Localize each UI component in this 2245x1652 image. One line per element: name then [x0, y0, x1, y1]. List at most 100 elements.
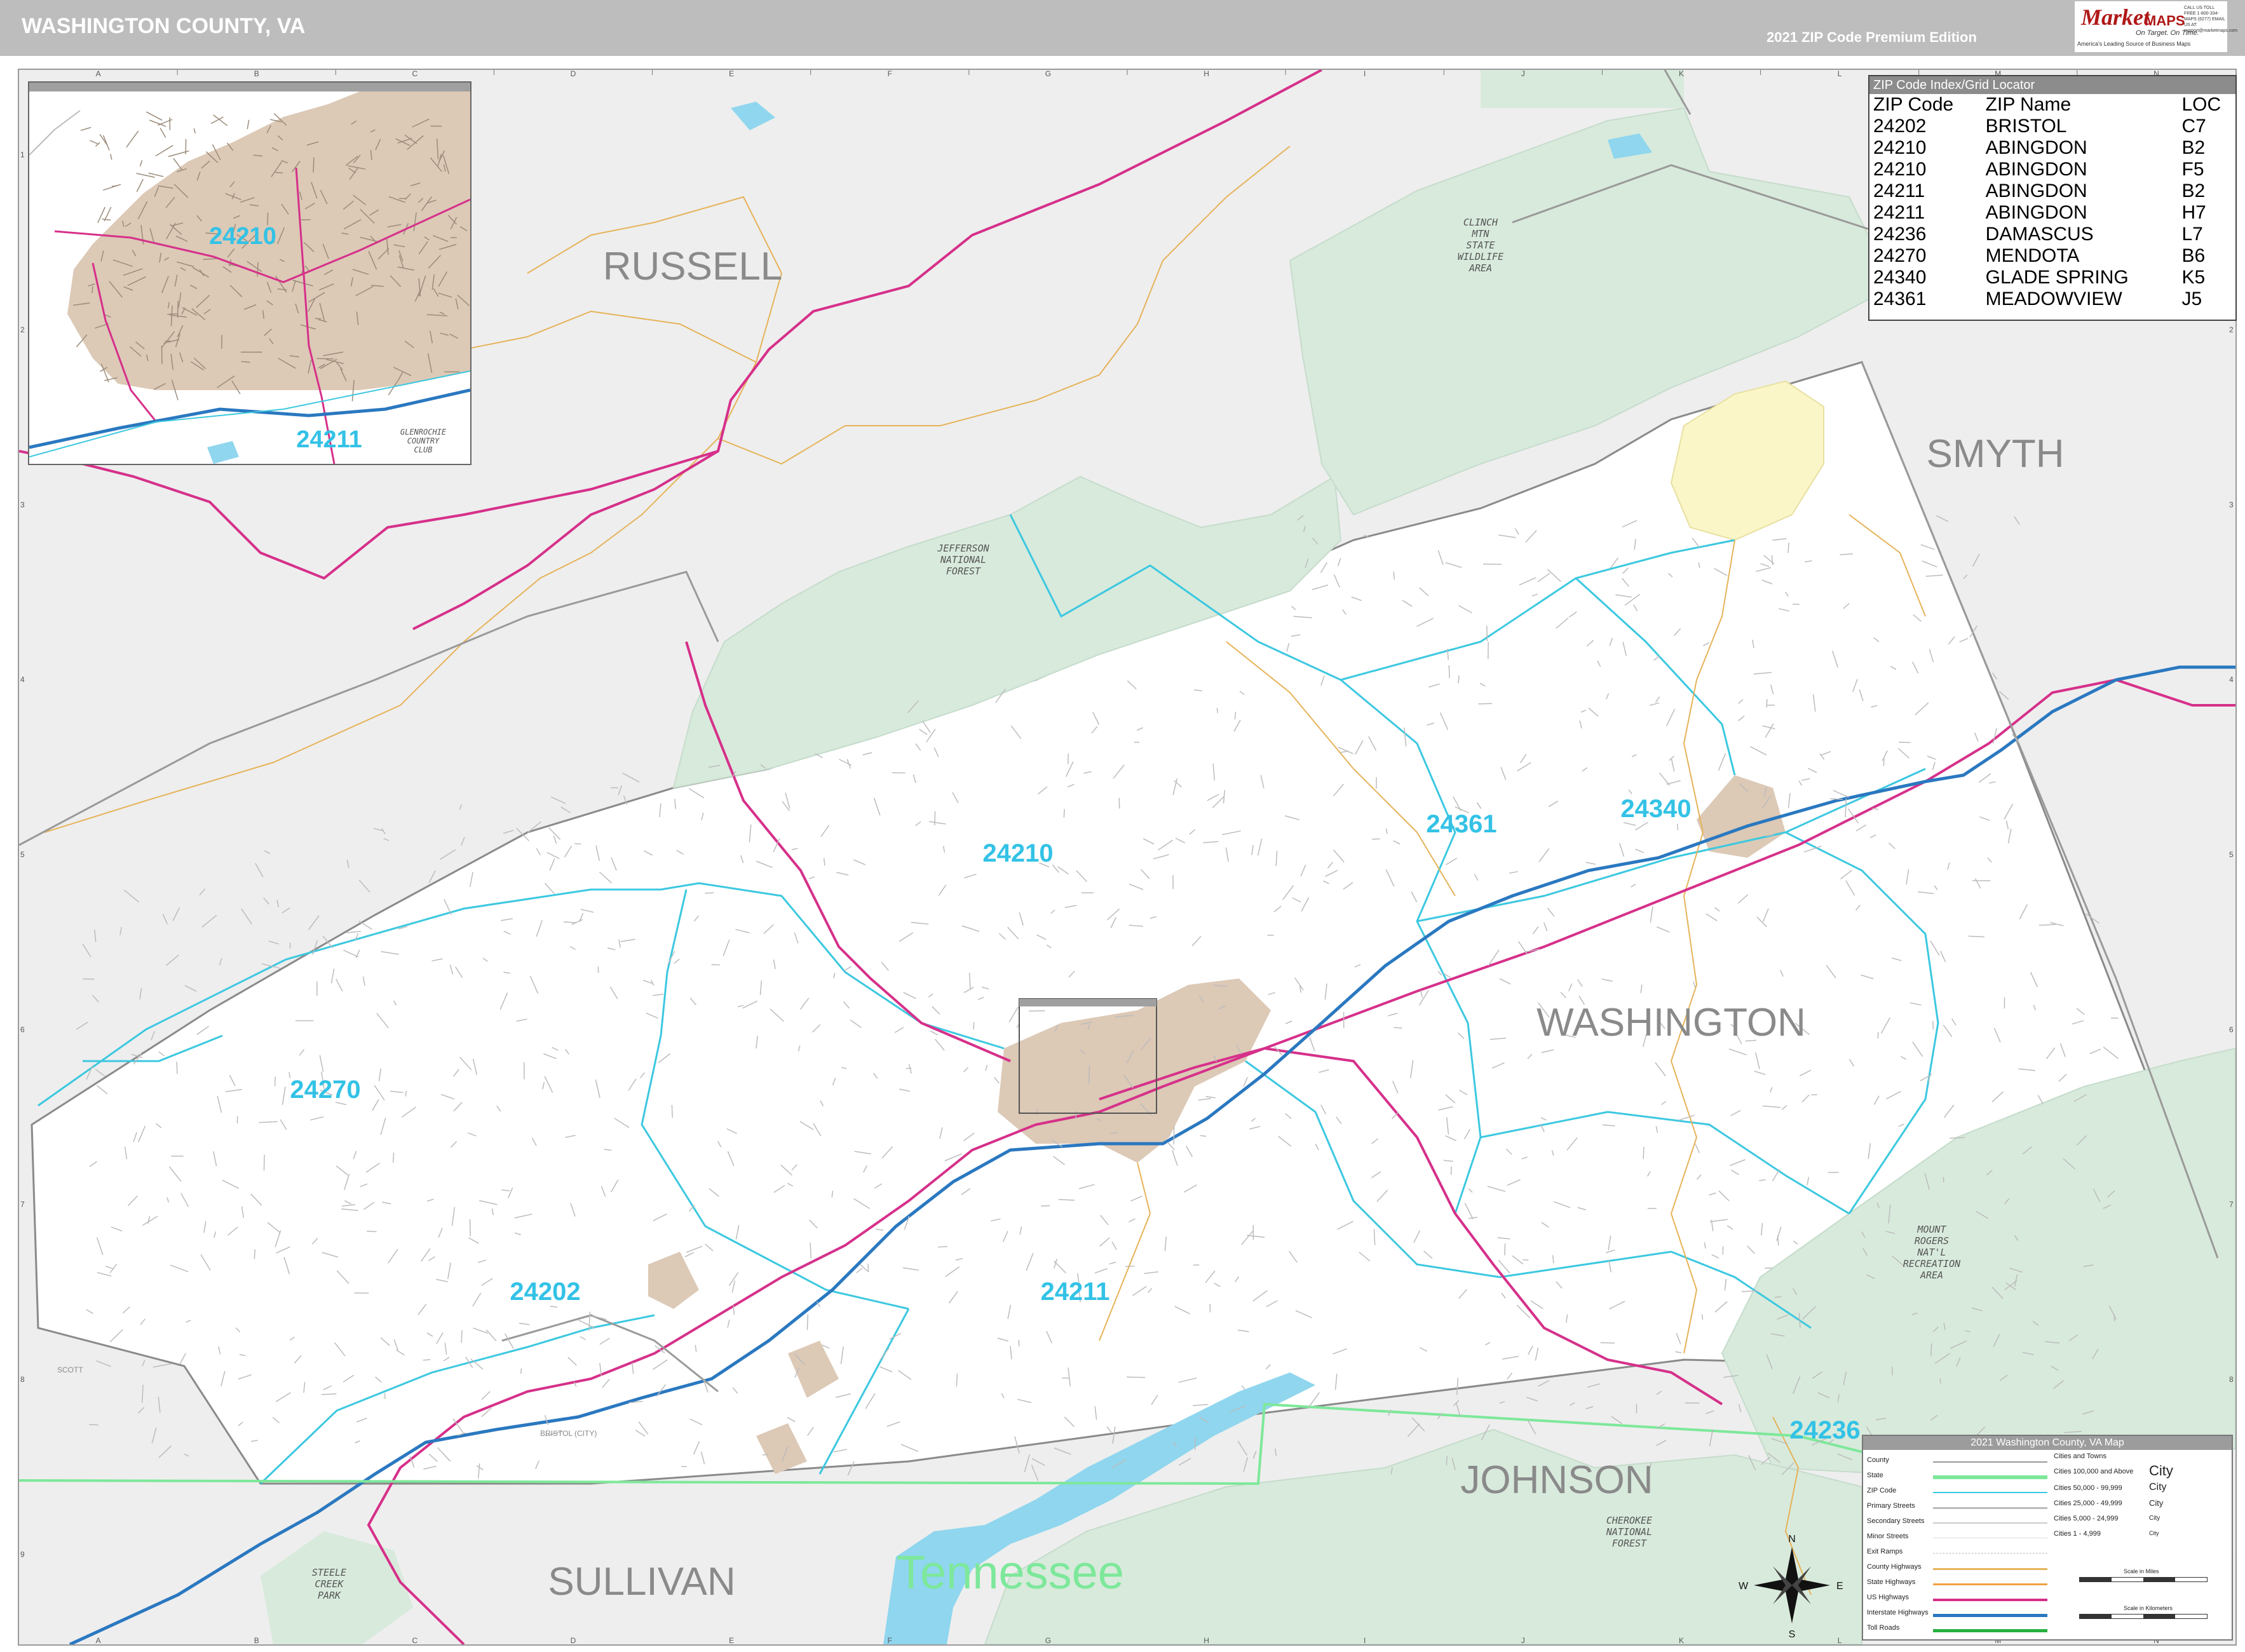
compass-n: N	[1788, 1534, 1796, 1545]
title-bar: WASHINGTON COUNTY, VA 2021 ZIP Code Prem…	[0, 0, 2245, 56]
inset-minor-street	[161, 346, 163, 365]
smyth-county-label: SMYTH	[1927, 432, 2065, 476]
legend-sample-us-hwy	[1933, 1599, 2047, 1601]
minor-street	[1394, 1027, 1402, 1029]
glen-1: GLENROCHIE	[400, 428, 447, 437]
map-title: WASHINGTON COUNTY, VA	[22, 14, 306, 38]
minor-street	[1523, 1259, 1529, 1261]
grid-column-label: H	[1204, 70, 1209, 78]
legend-item-county: County	[1867, 1456, 1889, 1464]
grid-row-label: 3	[20, 500, 25, 509]
minor-street	[810, 1242, 811, 1259]
rogers-label-1: MOUNT	[1916, 1224, 1946, 1235]
grid-row-label: 6	[20, 1025, 25, 1034]
zip-cell: 24236	[1873, 224, 1927, 245]
legend-city-range-1: Cities 100,000 and Above	[2054, 1468, 2134, 1475]
minor-street	[806, 1314, 809, 1330]
grid-row-label: 8	[2229, 1375, 2234, 1384]
grid-column-label: I	[1364, 1636, 1366, 1644]
minor-street	[520, 1368, 522, 1374]
abingdon-inset: 24210 24211 GLENROCHIE COUNTRY CLUB	[28, 81, 471, 465]
minor-street	[274, 1076, 276, 1087]
zip-cell: 24211	[1873, 202, 1925, 223]
table-row: 24211 ABINGDON H7	[1869, 202, 2235, 224]
minor-street	[681, 1466, 687, 1468]
inset-zip-label-24211: 24211	[296, 426, 362, 453]
grid-column-label: K	[1679, 70, 1684, 78]
table-row: 24236 DAMASCUS L7	[1869, 224, 2235, 245]
minor-street	[1110, 1132, 1117, 1134]
legend-city-sample-2: City	[2149, 1482, 2167, 1493]
grid-row-label: 5	[20, 850, 25, 859]
inset-locator-header	[1019, 999, 1156, 1006]
legend-item-interstate: Interstate Highways	[1867, 1609, 1929, 1616]
minor-street	[1446, 1456, 1448, 1466]
minor-street	[367, 1230, 377, 1233]
grid-row-label: 4	[20, 675, 25, 684]
legend-sample-exit	[1933, 1553, 2047, 1554]
name-cell: MEADOWVIEW	[1985, 288, 2122, 309]
table-row: 24270 MENDOTA B6	[1869, 245, 2235, 267]
legend-scale-km-label: Scale in Kilometers	[2124, 1605, 2173, 1611]
grid-column-label: G	[1045, 1636, 1051, 1644]
zip-cell: 24210	[1873, 137, 1927, 158]
cherokee-label-2: NATIONAL	[1606, 1526, 1652, 1538]
minor-street	[1898, 741, 1911, 743]
minor-street	[1643, 1146, 1645, 1159]
glen-3: CLUB	[414, 445, 433, 454]
legend-sample-state	[1933, 1475, 2047, 1479]
loc-cell: L7	[2181, 224, 2203, 245]
legend-header: 2021 Washington County, VA Map	[1863, 1436, 2232, 1450]
grid-column-label: K	[1679, 1636, 1684, 1644]
clinch-label-4: WILDLIFE	[1458, 251, 1503, 262]
zip-label-24361: 24361	[1426, 810, 1496, 838]
grid-row-label: 2	[20, 325, 25, 334]
grid-row-label: 5	[2229, 850, 2234, 859]
zip-label-24210: 24210	[982, 839, 1053, 867]
steele-label-1: STEELE	[312, 1567, 346, 1578]
inset-header-bar	[29, 83, 470, 91]
loc-cell: H7	[2181, 202, 2206, 223]
zip-cell: 24340	[1873, 267, 1927, 288]
grid-column-label: J	[1521, 70, 1525, 78]
minor-street	[1482, 563, 1502, 565]
minor-street	[1701, 1314, 1704, 1320]
minor-street	[1486, 625, 1488, 641]
grid-column-label: E	[729, 1636, 734, 1644]
inset-minor-street	[313, 157, 315, 173]
logo-contact: CALL US TOLL FREE 1-800-334-MAPS (6277) …	[2184, 6, 2238, 33]
zip-code-index: ZIP Code Index/Grid Locator ZIP Code ZIP…	[1868, 75, 2237, 321]
legend-city-sample-1: City	[2149, 1463, 2173, 1479]
name-cell: ABINGDON	[1985, 137, 2087, 158]
grid-column-label: I	[1364, 70, 1366, 78]
legend-item-us-hwy: US Highways	[1867, 1594, 1909, 1601]
grid-column-label: J	[1521, 1636, 1525, 1644]
minor-street	[263, 1154, 265, 1171]
glen-2: COUNTRY	[407, 437, 440, 445]
minor-street	[469, 1219, 471, 1236]
inset-minor-street	[316, 358, 334, 360]
minor-street	[1127, 1376, 1146, 1378]
legend-city-range-2: Cities 50,000 - 99,999	[2054, 1484, 2122, 1492]
sullivan-county-label: SULLIVAN	[548, 1560, 735, 1604]
grid-column-label: D	[571, 70, 576, 78]
minor-street	[1943, 1177, 1944, 1182]
loc-cell: C7	[2181, 116, 2206, 137]
grid-row-label: 2	[2229, 325, 2234, 334]
grid-row-label: 3	[2229, 500, 2234, 509]
zip-cell: 24202	[1873, 116, 1927, 137]
edition-label: 2021 ZIP Code Premium Edition	[1767, 29, 1977, 45]
legend-city-sample-4: City	[2149, 1515, 2160, 1522]
johnson-county-label: JOHNSON	[1460, 1458, 1653, 1502]
clinch-mountain-north	[1481, 70, 1684, 108]
grid-column-label: L	[1838, 70, 1842, 78]
grid-column-label: A	[96, 70, 101, 78]
zip-index-header-row: ZIP Code ZIP Name LOC	[1869, 94, 2235, 116]
legend-sample-secondary	[1933, 1522, 2047, 1524]
legend-city-range-5: Cities 1 - 4,999	[2054, 1530, 2101, 1538]
steele-label-3: PARK	[318, 1590, 341, 1601]
zip-cell: 24270	[1873, 245, 1927, 266]
name-cell: DAMASCUS	[1985, 224, 2094, 245]
name-cell: BRISTOL	[1985, 116, 2067, 137]
grid-column-label: F	[888, 70, 892, 78]
